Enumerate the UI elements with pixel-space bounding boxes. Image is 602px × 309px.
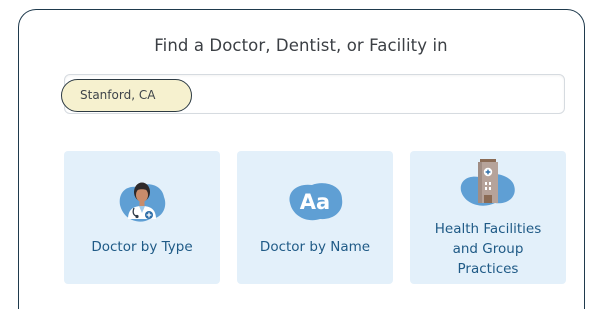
doctor-by-type-card[interactable]: Doctor by Type <box>64 151 220 284</box>
health-facilities-card[interactable]: Health Facilities and Group Practices <box>410 151 566 284</box>
doctor-icon <box>119 182 166 222</box>
aa-text-icon: Aa <box>289 183 343 221</box>
health-facilities-label-line-3: Practices <box>457 261 519 277</box>
health-facilities-label-line-2: and Group <box>452 241 524 257</box>
doctor-by-name-label: Doctor by Name <box>259 239 371 255</box>
svg-text:Aa: Aa <box>300 190 330 214</box>
search-title: Find a Doctor, Dentist, or Facility in <box>154 36 448 55</box>
doctor-by-name-card[interactable]: Aa Doctor by Name <box>237 151 393 284</box>
doctor-by-type-label: Doctor by Type <box>91 239 193 255</box>
hospital-building-icon <box>460 159 515 206</box>
location-input-value[interactable]: Stanford, CA <box>80 88 155 102</box>
health-facilities-label-line-1: Health Facilities <box>434 221 542 237</box>
